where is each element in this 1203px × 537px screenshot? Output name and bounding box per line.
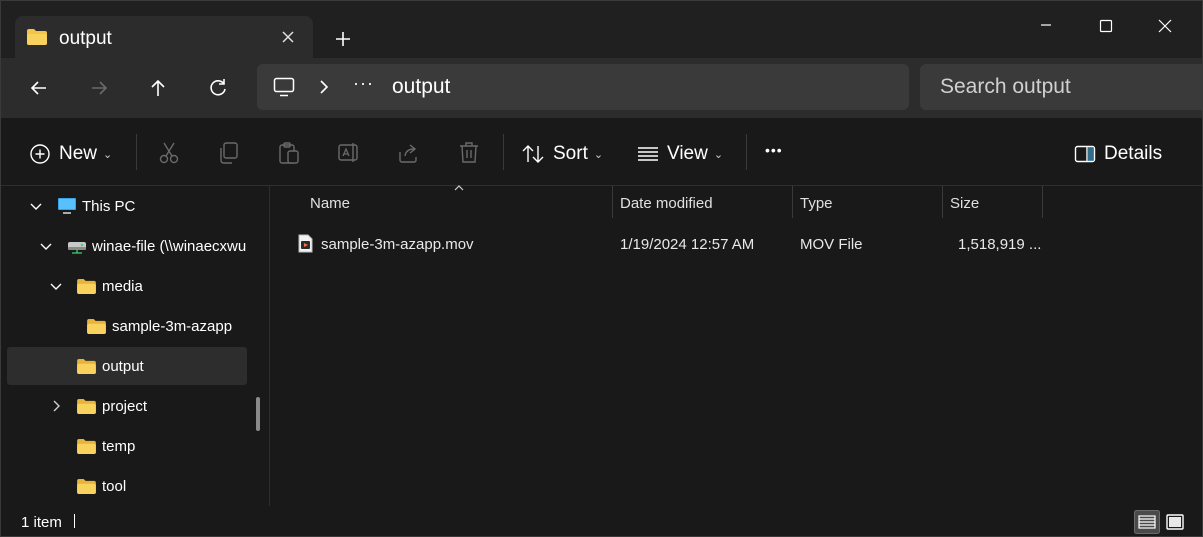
sidebar-item-sample-3m-azapp[interactable]: sample-3m-azapp <box>87 307 232 345</box>
column-divider[interactable] <box>792 186 793 218</box>
sort-button[interactable]: Sort ⌄ <box>521 140 603 168</box>
column-divider[interactable] <box>942 186 943 218</box>
copy-icon[interactable] <box>216 140 242 166</box>
maximize-icon[interactable] <box>1091 11 1121 41</box>
details-button[interactable]: Details <box>1074 140 1162 168</box>
folder-icon <box>27 29 47 45</box>
sort-label: Sort <box>553 143 588 164</box>
divider <box>746 134 747 170</box>
address-bar[interactable]: ··· output <box>257 64 909 110</box>
status-bar: 1 item <box>1 506 1202 536</box>
view-list-icon <box>638 147 658 161</box>
sidebar-item-label: project <box>102 397 148 415</box>
details-label: Details <box>1104 143 1163 164</box>
computer-icon <box>273 77 295 97</box>
column-divider[interactable] <box>1042 186 1043 218</box>
folder-icon <box>77 478 96 494</box>
new-label: New <box>59 143 98 164</box>
back-arrow-icon[interactable] <box>24 73 54 103</box>
title-bar: output <box>1 1 1202 58</box>
up-arrow-icon[interactable] <box>143 73 173 103</box>
sidebar-item-label: temp <box>102 437 136 455</box>
plus-circle-icon <box>30 144 50 164</box>
details-pane-icon <box>1074 145 1096 163</box>
chevron-right-icon[interactable] <box>49 399 63 413</box>
sidebar-scrollbar[interactable] <box>256 397 260 431</box>
search-input[interactable]: Search output <box>920 64 1202 110</box>
sidebar-item-label: media <box>102 277 143 295</box>
folder-icon <box>77 358 96 374</box>
column-header-name[interactable]: Name <box>310 186 610 220</box>
sidebar-item-this-pc[interactable]: This PC <box>57 187 135 225</box>
chevron-down-icon[interactable] <box>49 279 63 293</box>
sidebar-item-label: winae-file (\\winaecxwu <box>92 237 247 255</box>
paste-icon[interactable] <box>276 140 302 166</box>
file-list: Name Date modified Type Size sample-3m-a… <box>271 185 1202 506</box>
navigation-bar: ··· output Search output <box>1 58 1202 118</box>
file-size: 1,518,919 ... <box>958 236 1042 253</box>
sidebar-item-project[interactable]: project <box>77 387 147 425</box>
sidebar-item-label: This PC <box>82 197 136 215</box>
more-options-button[interactable]: ••• <box>765 136 783 164</box>
folder-icon <box>87 318 106 334</box>
breadcrumb-current[interactable]: output <box>392 75 450 99</box>
column-header-date-modified[interactable]: Date modified <box>620 186 790 220</box>
file-explorer-window: output ··· output Search output New ⌄ So… <box>0 0 1203 537</box>
column-divider[interactable] <box>612 186 613 218</box>
breadcrumb-overflow[interactable]: ··· <box>353 73 374 94</box>
forward-arrow-icon[interactable] <box>84 73 114 103</box>
folder-icon <box>77 398 96 414</box>
navigation-pane: This PC winae-file (\\winaecxwu media sa… <box>1 186 269 506</box>
chevron-down-icon: ⌄ <box>103 148 113 161</box>
chevron-down-icon: ⌄ <box>713 148 724 161</box>
sidebar-item-output[interactable]: output <box>77 347 144 385</box>
file-date-modified: 1/19/2024 12:57 AM <box>620 236 755 253</box>
folder-icon <box>77 278 96 294</box>
tab-output[interactable]: output <box>15 16 313 58</box>
column-header-size[interactable]: Size <box>950 186 1040 220</box>
large-icons-view-icon[interactable] <box>1162 510 1188 534</box>
view-button[interactable]: View ⌄ <box>637 140 723 168</box>
close-window-icon[interactable] <box>1150 11 1180 41</box>
new-tab-icon[interactable] <box>331 27 355 51</box>
network-drive-icon <box>68 242 86 254</box>
rename-icon[interactable] <box>336 140 362 166</box>
cut-icon[interactable] <box>156 140 182 166</box>
file-name: sample-3m-azapp.mov <box>321 236 474 253</box>
details-view-icon[interactable] <box>1134 510 1160 534</box>
search-placeholder: Search output <box>940 75 1071 98</box>
sort-icon <box>522 145 544 163</box>
view-label: View <box>667 143 708 164</box>
chevron-down-icon[interactable] <box>29 199 43 213</box>
sidebar-item-label: sample-3m-azapp <box>112 317 233 335</box>
command-bar: New ⌄ Sort ⌄ View ⌄ ••• Details <box>1 118 1202 186</box>
minimize-icon[interactable] <box>1031 11 1061 41</box>
delete-icon[interactable] <box>456 140 482 166</box>
status-separator <box>74 514 75 528</box>
sidebar-item-label: tool <box>102 477 127 495</box>
sidebar-item-media[interactable]: media <box>77 267 143 305</box>
chevron-right-icon[interactable] <box>317 79 331 95</box>
tab-title: output <box>59 28 112 49</box>
chevron-down-icon: ⌄ <box>593 148 604 161</box>
sidebar-item-tool[interactable]: tool <box>77 467 126 505</box>
sidebar-item-label: output <box>102 357 144 375</box>
refresh-icon[interactable] <box>203 73 233 103</box>
pane-divider[interactable] <box>269 186 270 506</box>
chevron-down-icon[interactable] <box>39 239 53 253</box>
more-icon: ••• <box>765 142 783 158</box>
share-icon[interactable] <box>396 140 422 166</box>
folder-icon <box>77 438 96 454</box>
column-header-type[interactable]: Type <box>800 186 940 220</box>
monitor-icon <box>58 198 76 214</box>
file-type: MOV File <box>800 236 863 253</box>
divider <box>503 134 504 170</box>
sidebar-item-network-drive[interactable]: winae-file (\\winaecxwu <box>67 227 248 265</box>
divider <box>136 134 137 170</box>
sidebar-item-temp[interactable]: temp <box>77 427 135 465</box>
item-count: 1 item <box>21 514 62 531</box>
new-button[interactable]: New ⌄ <box>29 140 112 168</box>
video-file-icon <box>298 234 313 253</box>
close-tab-icon[interactable] <box>277 26 299 48</box>
